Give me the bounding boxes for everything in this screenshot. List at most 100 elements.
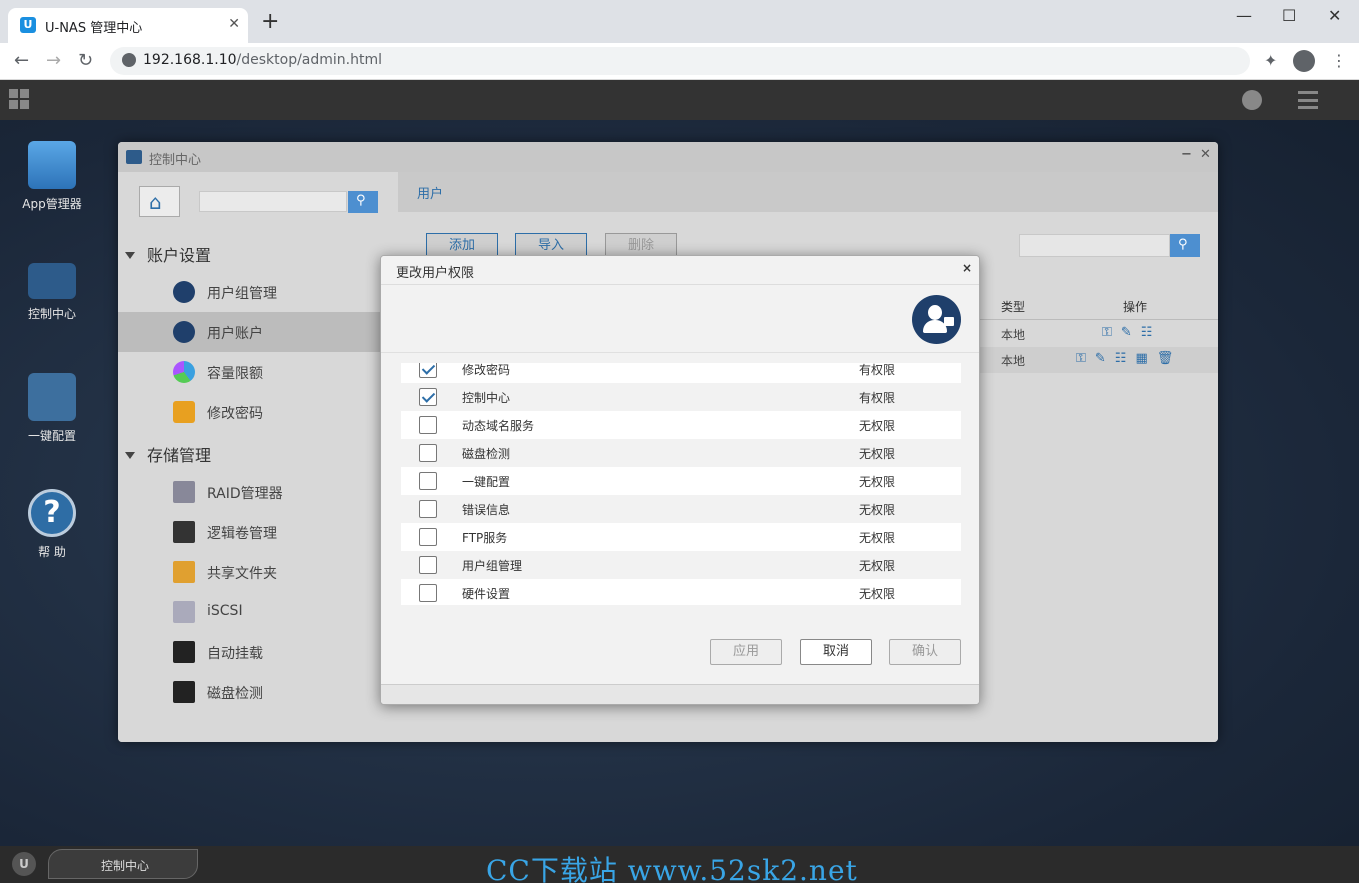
column-type: 类型 xyxy=(1001,300,1026,314)
user-search-input[interactable] xyxy=(1019,234,1170,257)
app-store-icon xyxy=(28,141,76,189)
change-permissions-dialog: 更改用户权限 × 修改密码 有权限 控制中心 有权限 动态域名服务 无权限 磁盘检测 无权限一… xyxy=(380,255,980,705)
permission-checkbox[interactable] xyxy=(419,444,437,462)
permission-name: 修改密码 xyxy=(462,363,511,377)
back-icon[interactable]: ← xyxy=(14,50,29,71)
minimize-icon[interactable]: — xyxy=(1236,6,1252,25)
permission-list: 修改密码 有权限 控制中心 有权限 动态域名服务 无权限 磁盘检测 无权限 一键配置 无权限 错误信… xyxy=(401,363,961,605)
unas-logo-icon[interactable]: U xyxy=(12,852,36,876)
sidebar-search-input[interactable] xyxy=(199,191,347,212)
sidebar-item-shared-folder[interactable]: 共享文件夹 xyxy=(118,552,398,592)
permission-row[interactable]: 用户组管理 无权限 xyxy=(401,551,961,579)
iscsi-icon xyxy=(173,601,195,623)
desktop-icon-help[interactable]: ? 帮 助 xyxy=(2,489,102,560)
permission-name: FTP服务 xyxy=(462,531,508,545)
new-tab-icon[interactable]: + xyxy=(261,11,279,33)
permission-checkbox[interactable] xyxy=(419,584,437,602)
permission-row[interactable]: FTP服务 无权限 xyxy=(401,523,961,551)
column-ops: 操作 xyxy=(1123,300,1148,314)
address-bar[interactable]: 192.168.1.10/desktop/admin.html xyxy=(110,47,1250,75)
auto-mount-icon xyxy=(173,641,195,663)
window-close-icon-cc[interactable]: ✕ xyxy=(1200,147,1211,162)
permission-row[interactable]: 错误信息 无权限 xyxy=(401,495,961,523)
permission-checkbox[interactable] xyxy=(419,388,437,406)
browser-tab-strip: U U-NAS 管理中心 ✕ + — ☐ ✕ xyxy=(0,0,1359,43)
sidebar-item-raid[interactable]: RAID管理器 xyxy=(118,472,398,512)
forward-icon[interactable]: → xyxy=(46,50,61,71)
raid-icon xyxy=(173,481,195,503)
control-center-small-icon xyxy=(126,150,142,164)
permission-row[interactable]: 修改密码 有权限 xyxy=(401,363,961,383)
user-type: 本地 xyxy=(1001,354,1026,368)
caret-down-icon xyxy=(125,452,135,459)
sidebar-item-auto-mount[interactable]: 自动挂载 xyxy=(118,632,398,672)
desktop-icon-app-manager[interactable]: App管理器 xyxy=(2,141,102,212)
site-info-icon[interactable] xyxy=(122,53,136,67)
desktop-topbar xyxy=(0,80,1359,120)
confirm-button[interactable]: 确认 xyxy=(889,639,961,665)
permission-checkbox[interactable] xyxy=(419,528,437,546)
permission-checkbox[interactable] xyxy=(419,416,437,434)
mouse-icon xyxy=(28,373,76,421)
user-menu-icon[interactable] xyxy=(1242,90,1262,110)
permission-checkbox[interactable] xyxy=(419,556,437,574)
taskbar-item-control-center[interactable]: 控制中心 xyxy=(48,849,198,879)
permission-checkbox[interactable] xyxy=(419,472,437,490)
browser-tab[interactable]: U U-NAS 管理中心 ✕ xyxy=(8,8,248,43)
permission-row[interactable]: 硬件设置 无权限 xyxy=(401,579,961,605)
apps-grid-icon[interactable] xyxy=(9,89,29,109)
row-actions[interactable]: ⚿✎☷▦🗑 xyxy=(1076,351,1182,366)
desktop-icon-one-click-config[interactable]: 一键配置 xyxy=(2,373,102,444)
control-center-sidebar: ⌂ ⚲ 账户设置 用户组管理 用户账户 容量限额 修改密码 存储管理 RAID管… xyxy=(118,172,398,742)
sidebar-item-logical-volume[interactable]: 逻辑卷管理 xyxy=(118,512,398,552)
user-search-button[interactable]: ⚲ xyxy=(1170,234,1200,257)
permission-status: 无权限 xyxy=(859,587,896,601)
notification-list-icon[interactable] xyxy=(1298,91,1318,109)
permission-row[interactable]: 磁盘检测 无权限 xyxy=(401,439,961,467)
section-storage-management[interactable]: 存储管理 xyxy=(125,442,211,466)
dialog-title: 更改用户权限 xyxy=(396,266,475,281)
url-text: 192.168.1.10/desktop/admin.html xyxy=(143,52,382,68)
permission-name: 硬件设置 xyxy=(462,587,511,601)
sidebar-item-disk-check[interactable]: 磁盘检测 xyxy=(118,672,398,712)
permission-name: 错误信息 xyxy=(462,503,511,517)
cancel-button[interactable]: 取消 xyxy=(800,639,872,665)
profile-icon[interactable] xyxy=(1293,50,1315,72)
permission-row[interactable]: 动态域名服务 无权限 xyxy=(401,411,961,439)
sidebar-item-iscsi[interactable]: iSCSI xyxy=(118,592,398,632)
logical-volume-icon xyxy=(173,521,195,543)
permission-name: 控制中心 xyxy=(462,391,511,405)
tab-close-icon[interactable]: ✕ xyxy=(228,16,240,32)
permission-checkbox[interactable] xyxy=(419,363,437,378)
apply-button[interactable]: 应用 xyxy=(710,639,782,665)
row-actions[interactable]: ⚿✎☷ xyxy=(1102,325,1161,340)
sidebar-search-button[interactable]: ⚲ xyxy=(348,191,378,213)
reload-icon[interactable]: ↻ xyxy=(78,50,93,71)
section-account-settings[interactable]: 账户设置 xyxy=(125,242,211,266)
permission-status: 无权限 xyxy=(859,503,896,517)
sidebar-item-quota[interactable]: 容量限额 xyxy=(118,352,398,392)
dialog-close-icon[interactable]: × xyxy=(962,261,972,275)
extensions-icon[interactable]: ✦ xyxy=(1264,51,1277,70)
permission-row[interactable]: 一键配置 无权限 xyxy=(401,467,961,495)
permission-name: 一键配置 xyxy=(462,475,511,489)
window-minimize-icon[interactable]: − xyxy=(1181,147,1192,162)
maximize-icon[interactable]: ☐ xyxy=(1282,6,1296,25)
browser-menu-icon[interactable]: ⋮ xyxy=(1331,51,1347,70)
user-account-icon xyxy=(173,321,195,343)
permission-status: 无权限 xyxy=(859,419,896,433)
main-title: 用户 xyxy=(417,187,444,202)
sidebar-item-user-groups[interactable]: 用户组管理 xyxy=(118,272,398,312)
home-button[interactable]: ⌂ xyxy=(139,186,180,217)
sidebar-item-user-accounts[interactable]: 用户账户 xyxy=(118,312,398,352)
browser-tab-title: U-NAS 管理中心 xyxy=(45,21,143,36)
desktop-icon-control-center[interactable]: 控制中心 xyxy=(2,263,102,322)
window-close-icon[interactable]: ✕ xyxy=(1328,6,1341,25)
permission-row[interactable]: 控制中心 有权限 xyxy=(401,383,961,411)
main-header: 用户 xyxy=(398,172,1218,212)
permission-name: 磁盘检测 xyxy=(462,447,511,461)
permission-checkbox[interactable] xyxy=(419,500,437,518)
sidebar-item-change-password[interactable]: 修改密码 xyxy=(118,392,398,432)
control-center-icon xyxy=(28,263,76,299)
user-group-icon xyxy=(173,281,195,303)
